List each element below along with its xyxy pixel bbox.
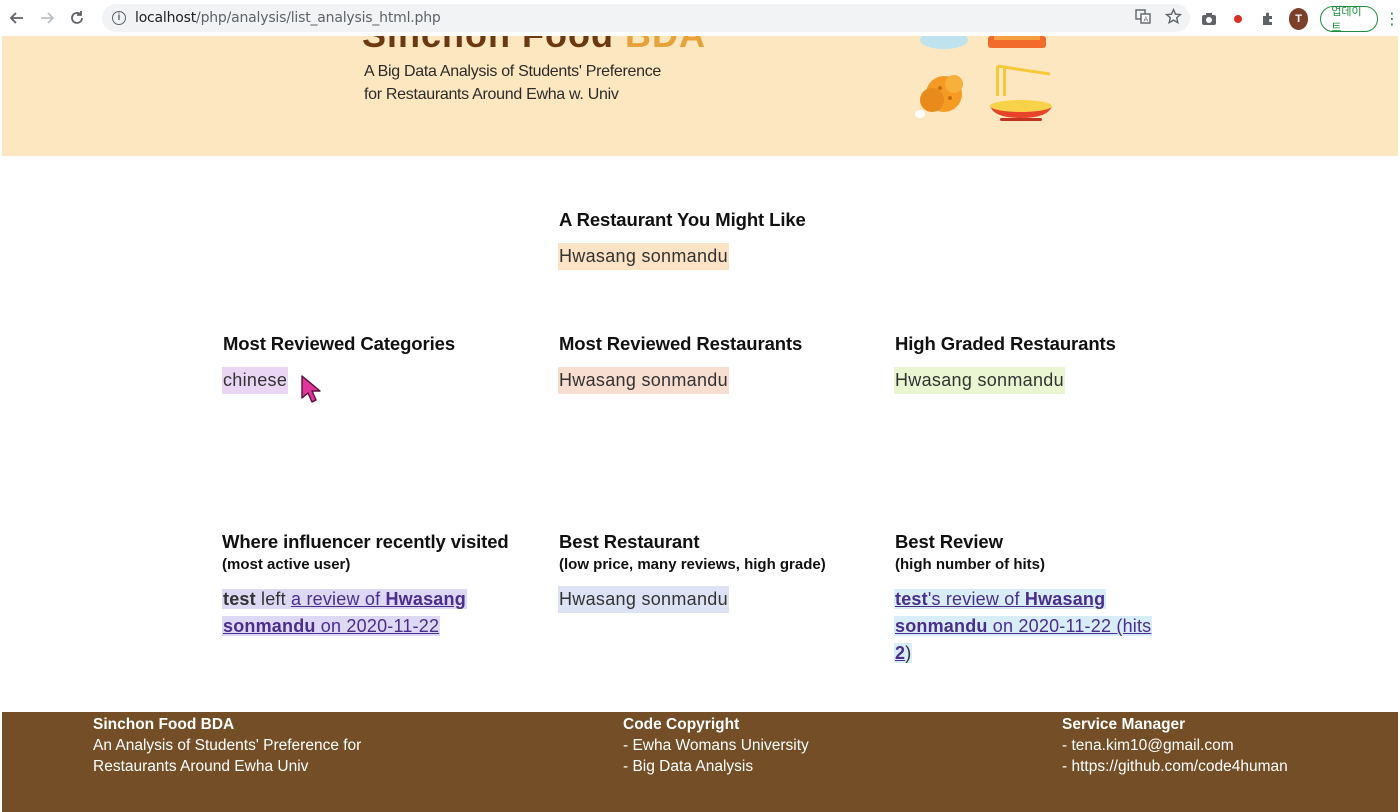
- best-restaurant-subtitle: (low price, many reviews, high grade): [559, 556, 826, 573]
- kebab-menu-icon[interactable]: ⋮: [1384, 9, 1400, 29]
- camera-icon[interactable]: [1200, 9, 1218, 29]
- svg-text:A: A: [1144, 16, 1149, 24]
- address-bar[interactable]: i localhost/php/analysis/list_analysis_h…: [102, 4, 1190, 32]
- most-reviewed-restaurant-value[interactable]: Hwasang sonmandu: [558, 367, 729, 394]
- best-review-link[interactable]: test's review of Hwasang: [895, 589, 1105, 609]
- high-graded-restaurant-value[interactable]: Hwasang sonmandu: [894, 367, 1065, 394]
- star-icon[interactable]: [1164, 7, 1183, 29]
- url-text[interactable]: localhost/php/analysis/list_analysis_htm…: [135, 10, 441, 26]
- most-reviewed-categories-title: Most Reviewed Categories: [223, 333, 456, 354]
- best-restaurant-value[interactable]: Hwasang sonmandu: [558, 586, 729, 613]
- profile-avatar[interactable]: T: [1288, 8, 1309, 30]
- best-review-hits[interactable]: 2: [895, 643, 905, 663]
- footer-col-about: Sinchon Food BDA An Analysis of Students…: [93, 716, 362, 775]
- recommend-restaurant[interactable]: Hwasang sonmandu: [558, 243, 729, 270]
- footer-github-link[interactable]: - https://github.com/code4human: [1062, 756, 1288, 777]
- site-footer: Sinchon Food BDA An Analysis of Students…: [2, 712, 1398, 812]
- influencer-title: Where influencer recently visited: [222, 531, 509, 552]
- puzzle-icon[interactable]: [1259, 9, 1277, 29]
- update-button[interactable]: 업데이트: [1320, 6, 1379, 34]
- influencer-review-link[interactable]: a review of Hwasang: [291, 589, 466, 609]
- info-icon[interactable]: i: [112, 11, 126, 25]
- best-restaurant-title: Best Restaurant: [559, 531, 700, 552]
- back-arrow-icon[interactable]: [4, 5, 30, 31]
- reload-icon[interactable]: [64, 5, 90, 31]
- high-graded-restaurants-title: High Graded Restaurants: [895, 333, 1116, 354]
- footer-col-copyright: Code Copyright - Ewha Womans University …: [623, 716, 809, 775]
- header-banner: Sinchon Food BDA A Big Data Analysis of …: [2, 36, 1398, 156]
- forward-arrow-icon[interactable]: [34, 5, 60, 31]
- best-review-link-cont[interactable]: sonmandu on 2020-11-22 (hits: [895, 616, 1151, 636]
- mouse-cursor-icon: [301, 375, 321, 403]
- best-review-entry: test's review of Hwasang sonmandu on 202…: [894, 589, 1153, 663]
- recommend-title: A Restaurant You Might Like: [559, 209, 806, 230]
- influencer-user: test: [223, 589, 256, 609]
- site-tagline: A Big Data Analysis of Students' Prefere…: [364, 63, 661, 103]
- translate-icon[interactable]: A: [1135, 8, 1151, 29]
- best-review-title: Best Review: [895, 531, 1003, 552]
- footer-col-manager: Service Manager - tena.kim10@gmail.com -…: [1062, 716, 1288, 777]
- influencer-subtitle: (most active user): [222, 556, 351, 573]
- browser-toolbar: i localhost/php/analysis/list_analysis_h…: [0, 0, 1400, 36]
- food-illustration: [915, 36, 1052, 121]
- footer-email[interactable]: - tena.kim10@gmail.com: [1062, 735, 1288, 756]
- site-logo[interactable]: Sinchon Food BDA: [362, 36, 706, 56]
- influencer-review-link-cont[interactable]: sonmandu on 2020-11-22: [223, 616, 439, 636]
- most-reviewed-category-value[interactable]: chinese: [222, 367, 289, 394]
- influencer-visit: test left a review of Hwasang sonmandu o…: [222, 589, 467, 636]
- most-reviewed-restaurants-title: Most Reviewed Restaurants: [559, 333, 803, 354]
- record-icon[interactable]: [1230, 9, 1248, 29]
- best-review-subtitle: (high number of hits): [895, 556, 1045, 573]
